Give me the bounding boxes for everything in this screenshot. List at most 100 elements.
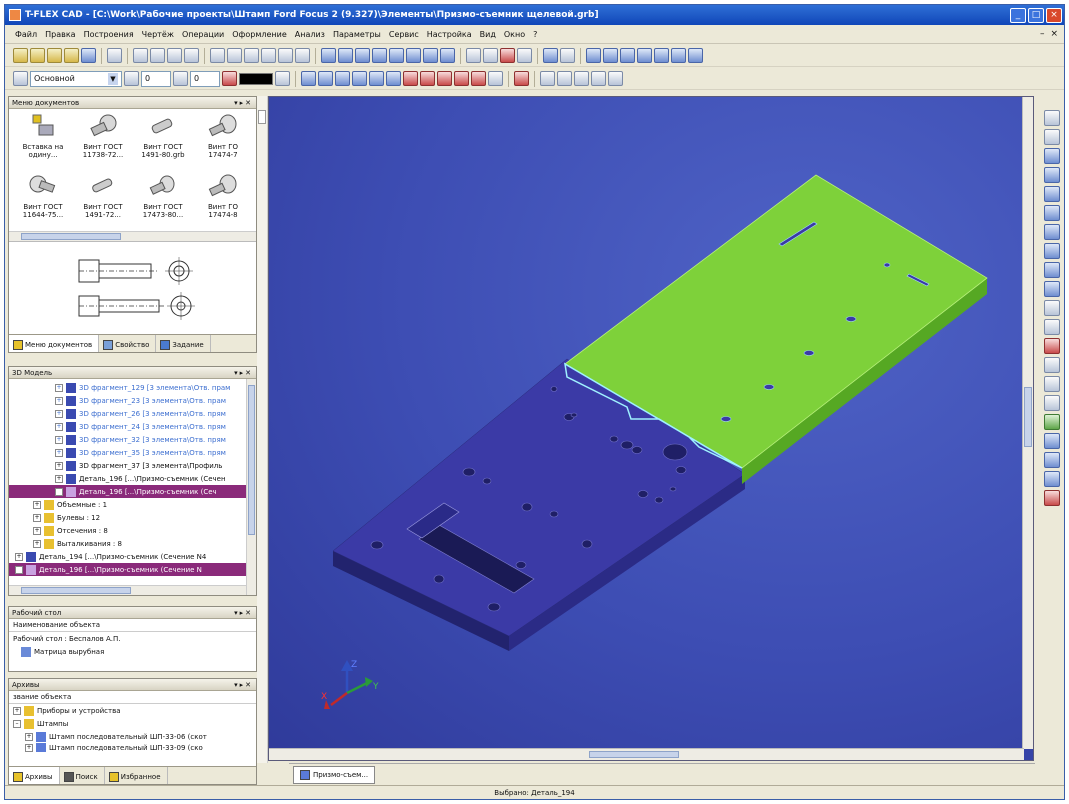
refresh-icon[interactable] xyxy=(1043,300,1060,316)
fillet-icon[interactable] xyxy=(423,48,438,63)
select-faces-icon[interactable] xyxy=(352,71,367,86)
document-tab[interactable]: Призмо-съем... xyxy=(293,766,376,784)
menu-build[interactable]: Построения xyxy=(80,30,138,39)
rotate-icon[interactable] xyxy=(372,48,387,63)
perspective-icon[interactable] xyxy=(1043,452,1060,468)
priority-input[interactable]: 0 xyxy=(190,70,220,87)
section-icon[interactable] xyxy=(1043,338,1060,354)
lights-icon[interactable] xyxy=(1043,395,1060,411)
library-item[interactable]: Винт ГОСТ 17473-80... xyxy=(133,172,193,230)
close-button[interactable]: × xyxy=(1046,7,1062,23)
select-edges-icon[interactable] xyxy=(369,71,384,86)
select-fragments-icon[interactable] xyxy=(437,71,452,86)
menu-service[interactable]: Сервис xyxy=(385,30,423,39)
view-bottom-icon[interactable] xyxy=(637,48,652,63)
tree-row[interactable]: + Приборы и устройства xyxy=(9,704,256,717)
undo-icon[interactable] xyxy=(133,48,148,63)
zoom-in-icon[interactable] xyxy=(1043,205,1060,221)
variables-icon[interactable] xyxy=(483,48,498,63)
viewport-vscrollbar[interactable] xyxy=(1022,97,1033,749)
shading-icon[interactable] xyxy=(1043,319,1060,335)
select-3d-node-icon[interactable] xyxy=(471,71,486,86)
text-icon[interactable] xyxy=(244,48,259,63)
tree-hscrollbar[interactable] xyxy=(9,585,246,595)
3d-viewport[interactable]: X Y Z xyxy=(268,96,1034,761)
loft-icon[interactable] xyxy=(389,48,404,63)
construction-icon[interactable] xyxy=(210,48,225,63)
menu-help[interactable]: ? xyxy=(529,30,541,39)
library-item[interactable]: Вставка на одину... xyxy=(13,112,73,170)
tree-row[interactable]: + Деталь_194 [...\Призмо-съемник (Сечение… xyxy=(9,550,256,563)
tree-row[interactable]: +3D фрагмент_24 [3 элемента\Отв. прям xyxy=(9,420,256,433)
tree-row[interactable]: + Штамп последовательный ШП-33-09 (ско xyxy=(9,743,256,752)
menu-edit[interactable]: Правка xyxy=(41,30,79,39)
select-bodies-icon[interactable] xyxy=(403,71,418,86)
menu-parameters[interactable]: Параметры xyxy=(329,30,385,39)
line-icon[interactable] xyxy=(167,48,182,63)
tree-vscrollbar[interactable] xyxy=(246,379,256,595)
properties-icon[interactable] xyxy=(517,48,532,63)
library-item[interactable]: Винт ГОСТ 1491-80.grb xyxy=(133,112,193,170)
redo-icon[interactable] xyxy=(150,48,165,63)
view-left-icon[interactable] xyxy=(654,48,669,63)
menu-file[interactable]: Файл xyxy=(11,30,41,39)
zoom-out-icon[interactable] xyxy=(1043,224,1060,240)
select-path-icon[interactable] xyxy=(488,71,503,86)
workplace-item[interactable]: Матрица вырубная xyxy=(9,645,256,658)
menu-drawing[interactable]: Чертёж xyxy=(138,30,178,39)
tree-row[interactable]: – Штампы xyxy=(9,717,256,730)
print-icon[interactable] xyxy=(107,48,122,63)
view-top-icon[interactable] xyxy=(620,48,635,63)
rotate-view-icon[interactable] xyxy=(1043,110,1060,126)
layer-icon[interactable] xyxy=(13,71,28,86)
panel-controls[interactable]: ▾▸✕ xyxy=(234,99,253,107)
tree-row[interactable]: +3D фрагмент_35 [3 элемента\Отв. прям xyxy=(9,446,256,459)
library-item[interactable]: Винт ГОСТ 1491-72... xyxy=(73,172,133,230)
stop-icon[interactable] xyxy=(514,71,529,86)
window-3d-icon[interactable] xyxy=(560,48,575,63)
select-operations-icon[interactable] xyxy=(420,71,435,86)
color-swatch[interactable] xyxy=(239,72,273,85)
tab-search[interactable]: Поиск xyxy=(60,767,105,784)
tree-row[interactable]: + Выталкивания : 8 xyxy=(9,537,256,550)
color-icon[interactable] xyxy=(222,71,237,86)
zoom-real-icon[interactable] xyxy=(1043,281,1060,297)
boolean-icon[interactable] xyxy=(406,48,421,63)
view-iso-icon[interactable] xyxy=(688,48,703,63)
tree-row[interactable]: +3D фрагмент_37 [3 элемента\Профиль xyxy=(9,459,256,472)
grid-icon[interactable] xyxy=(574,71,589,86)
menu-window[interactable]: Окно xyxy=(500,30,529,39)
panel-controls[interactable]: ▾▸✕ xyxy=(234,369,253,377)
open-icon[interactable] xyxy=(64,48,79,63)
tree-row[interactable]: + Деталь_196 [...\Призмо-съемник (Сечен xyxy=(9,472,256,485)
library-item[interactable]: Винт ГО 17474-8 xyxy=(193,172,253,230)
filter-icon[interactable] xyxy=(301,71,316,86)
level-icon[interactable] xyxy=(124,71,139,86)
tree-row[interactable]: +3D фрагмент_32 [3 элемента\Отв. прям xyxy=(9,433,256,446)
tree-row[interactable]: + Объемные : 1 xyxy=(9,498,256,511)
maximize-button[interactable]: □ xyxy=(1028,7,1044,23)
view-right-icon[interactable] xyxy=(671,48,686,63)
view-front-icon[interactable] xyxy=(586,48,601,63)
mdi-minimize-button[interactable]: – xyxy=(1040,29,1045,39)
new-assembly-icon[interactable] xyxy=(47,48,62,63)
priority-icon[interactable] xyxy=(173,71,188,86)
tree-row[interactable]: + Штамп последовательный ШП-33-06 (скот xyxy=(9,730,256,743)
profile-icon[interactable] xyxy=(338,48,353,63)
menu-operations[interactable]: Операции xyxy=(178,30,228,39)
tab-document-menu[interactable]: Меню документов xyxy=(9,335,100,352)
split-view-icon[interactable] xyxy=(258,110,266,124)
wireframe-icon[interactable] xyxy=(1043,471,1060,487)
menu-design[interactable]: Оформление xyxy=(228,30,291,39)
tab-favorites[interactable]: Избранное xyxy=(105,767,168,784)
pan-icon[interactable] xyxy=(608,71,623,86)
mdi-close-button[interactable]: × xyxy=(1050,29,1058,39)
show-icon[interactable] xyxy=(1043,376,1060,392)
view-back-icon[interactable] xyxy=(603,48,618,63)
select-all-icon[interactable] xyxy=(335,71,350,86)
tab-task[interactable]: Задание xyxy=(156,335,211,352)
model-tree-icon[interactable] xyxy=(500,48,515,63)
dimension-icon[interactable] xyxy=(261,48,276,63)
library-item[interactable]: Винт ГО 17474-7 xyxy=(193,112,253,170)
materials-icon[interactable] xyxy=(1043,414,1060,430)
